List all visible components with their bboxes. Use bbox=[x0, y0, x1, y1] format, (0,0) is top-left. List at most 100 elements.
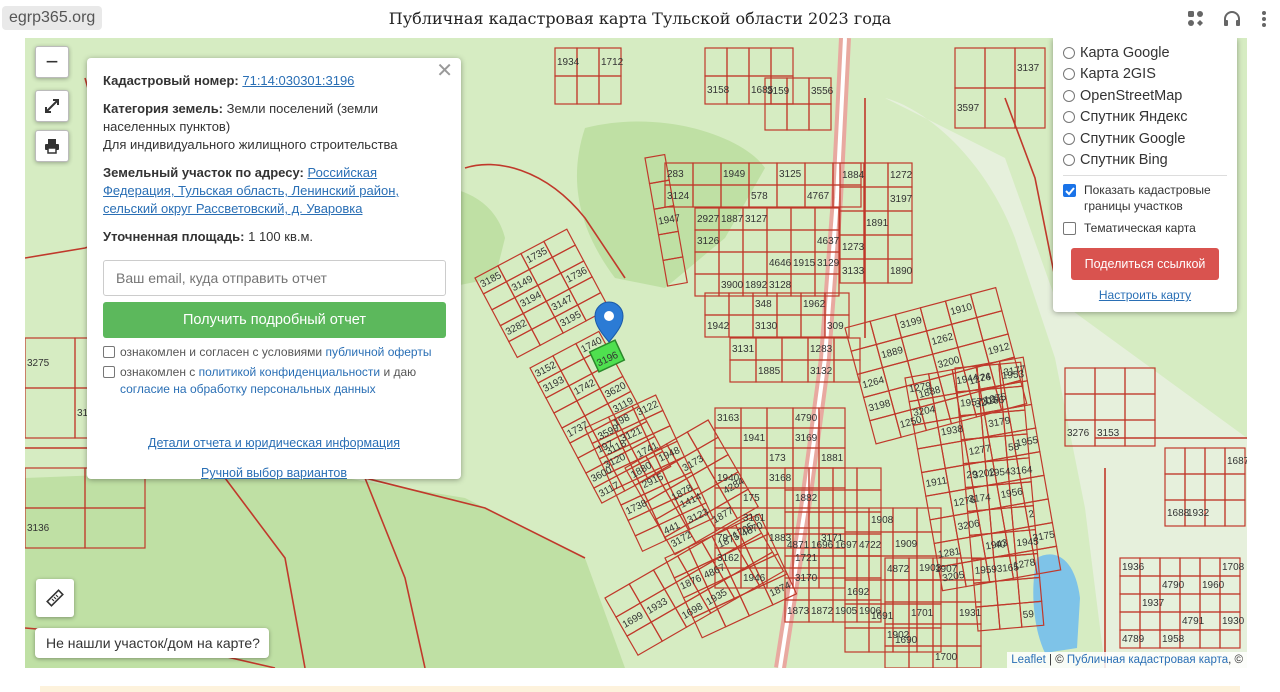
parcel-label: 3193 bbox=[541, 375, 566, 395]
radio-button[interactable] bbox=[1063, 89, 1075, 102]
parcel-label: 1889 bbox=[880, 345, 905, 361]
parcel-boundary bbox=[818, 487, 846, 509]
parcel-boundary bbox=[781, 337, 809, 361]
parcel-label: 283 bbox=[667, 169, 684, 180]
parcel-label: 1737 bbox=[565, 420, 590, 440]
parcel-label: 1957 bbox=[960, 397, 984, 410]
parcel-label: 1701 bbox=[911, 608, 934, 619]
show-borders-checkbox[interactable] bbox=[1063, 184, 1076, 197]
parcel-label: 1905 bbox=[835, 606, 858, 617]
parcel-boundary bbox=[884, 645, 910, 668]
parcel-label: 1949 bbox=[723, 169, 746, 180]
radio-button[interactable] bbox=[1063, 154, 1075, 167]
parcel-boundary bbox=[916, 444, 947, 474]
parcel-boundary bbox=[925, 491, 955, 521]
parcel-boundary bbox=[740, 447, 768, 469]
parcel-boundary bbox=[916, 627, 942, 653]
setup-map-link[interactable]: Настроить карту bbox=[1099, 288, 1191, 302]
parcel-label: 1960 bbox=[1202, 580, 1225, 591]
parcel-label: 3276 bbox=[1067, 428, 1090, 439]
parcel-label: 1941 bbox=[743, 433, 766, 444]
close-icon[interactable]: ✕ bbox=[436, 61, 453, 81]
get-report-button[interactable]: Получить подробный отчет bbox=[103, 302, 446, 338]
parcel-label: 1910 bbox=[949, 301, 974, 317]
parcel-boundary bbox=[742, 251, 768, 275]
parcel-label: 1881 bbox=[821, 453, 844, 464]
parcel-label: 1946 bbox=[743, 573, 766, 584]
parcel-label: 1915 bbox=[793, 258, 816, 269]
basemap-option[interactable]: Спутник Bing bbox=[1063, 150, 1227, 172]
cadastral-number-link[interactable]: 71:14:030301:3196 bbox=[242, 73, 354, 88]
apps-icon[interactable] bbox=[1186, 9, 1206, 29]
basemap-option[interactable]: OpenStreetMap bbox=[1063, 85, 1227, 107]
parcel-label: 4767 bbox=[807, 191, 830, 202]
parcel-label: 1945 bbox=[1016, 536, 1040, 549]
radio-button[interactable] bbox=[1063, 46, 1075, 59]
basemap-option[interactable]: Карта 2GIS bbox=[1063, 64, 1227, 86]
parcel-label: 1277 bbox=[968, 443, 992, 458]
radio-button[interactable] bbox=[1063, 111, 1075, 124]
parcel-boundary bbox=[686, 419, 719, 451]
parcel-label: 1907 bbox=[935, 564, 958, 575]
print-button[interactable] bbox=[35, 130, 69, 162]
parcel-boundary bbox=[839, 210, 865, 236]
cadastral-map[interactable]: 3185 3194 3195 3193 3117 3118 3119 3120 3121 3122… bbox=[25, 38, 1247, 668]
parcel-boundary bbox=[554, 75, 578, 105]
leaflet-link[interactable]: Leaflet bbox=[1011, 654, 1046, 666]
parcel-boundary bbox=[576, 47, 600, 77]
parcel-label: 3158 bbox=[707, 85, 730, 96]
land-usage: Для индивидуального жилищного строительс… bbox=[103, 137, 398, 152]
share-link-button[interactable]: Поделиться ссылкой bbox=[1071, 248, 1219, 280]
parcel-label: 29 bbox=[966, 469, 978, 481]
parcel-label: 1962 bbox=[803, 299, 826, 310]
parcel-boundary bbox=[1007, 403, 1037, 433]
not-found-button[interactable]: Не нашли участок/дом на карте? bbox=[35, 628, 269, 658]
parcel-label: 1735 bbox=[525, 246, 550, 266]
details-link[interactable]: Детали отчета и юридическая информация bbox=[148, 436, 400, 450]
parcel-boundary bbox=[766, 229, 792, 253]
measure-button[interactable] bbox=[36, 579, 74, 617]
parcel-boundary bbox=[863, 162, 889, 188]
parcel-boundary bbox=[786, 103, 810, 131]
radio-button[interactable] bbox=[1063, 68, 1075, 81]
parcel-label: 3123 bbox=[686, 507, 711, 527]
manual-selection-link[interactable]: Ручной выбор вариантов bbox=[201, 466, 347, 480]
basemap-option[interactable]: Карта Google bbox=[1063, 42, 1227, 64]
source-link[interactable]: Публичная кадастровая карта bbox=[1067, 654, 1228, 666]
privacy-link[interactable]: политикой конфиденциальности bbox=[199, 365, 380, 379]
more-vert-icon[interactable] bbox=[1254, 9, 1274, 29]
parcel-boundary bbox=[1003, 380, 1033, 410]
parcel-label: 1742 bbox=[572, 377, 597, 397]
parcel-label: 3194 bbox=[519, 290, 544, 310]
parcel-boundary bbox=[726, 47, 750, 77]
parcel-boundary bbox=[766, 427, 794, 449]
parcel-label: 59 bbox=[1022, 609, 1034, 621]
parcel-label: 173 bbox=[769, 453, 786, 464]
radio-button[interactable] bbox=[1063, 132, 1075, 145]
parcel-boundary bbox=[766, 507, 794, 529]
basemap-option[interactable]: Спутник Яндекс bbox=[1063, 107, 1227, 129]
parcel-label: 1721 bbox=[795, 553, 818, 564]
headset-icon[interactable] bbox=[1222, 9, 1242, 29]
parcel-label: 4789 bbox=[1122, 634, 1145, 645]
parcel-label: 348 bbox=[755, 299, 772, 310]
parcel-boundary bbox=[929, 514, 959, 545]
basemap-option[interactable]: Спутник Google bbox=[1063, 128, 1227, 150]
personal-data-link[interactable]: согласие на обработку персональных данны… bbox=[120, 382, 376, 396]
parcel-label: 1911 bbox=[925, 475, 949, 490]
parcel-label: 3119 bbox=[611, 395, 636, 415]
parcel-label: 3136 bbox=[27, 523, 50, 534]
email-input[interactable] bbox=[103, 260, 446, 296]
thematic-map-checkbox[interactable] bbox=[1063, 222, 1076, 235]
offer-consent-checkbox[interactable] bbox=[103, 346, 115, 358]
zoom-out-button[interactable]: − bbox=[35, 46, 69, 78]
parcel-label: 4790 bbox=[795, 413, 818, 424]
fullscreen-button[interactable] bbox=[35, 90, 69, 122]
privacy-consent-checkbox[interactable] bbox=[103, 366, 115, 378]
parcel-label: 3137 bbox=[1017, 63, 1040, 74]
parcel-label: 3127 bbox=[745, 214, 768, 225]
parcel-boundary bbox=[790, 207, 816, 231]
parcel-label: 1882 bbox=[795, 493, 818, 504]
parcel-boundary bbox=[818, 507, 846, 529]
offer-link[interactable]: публичной оферты bbox=[325, 345, 431, 359]
